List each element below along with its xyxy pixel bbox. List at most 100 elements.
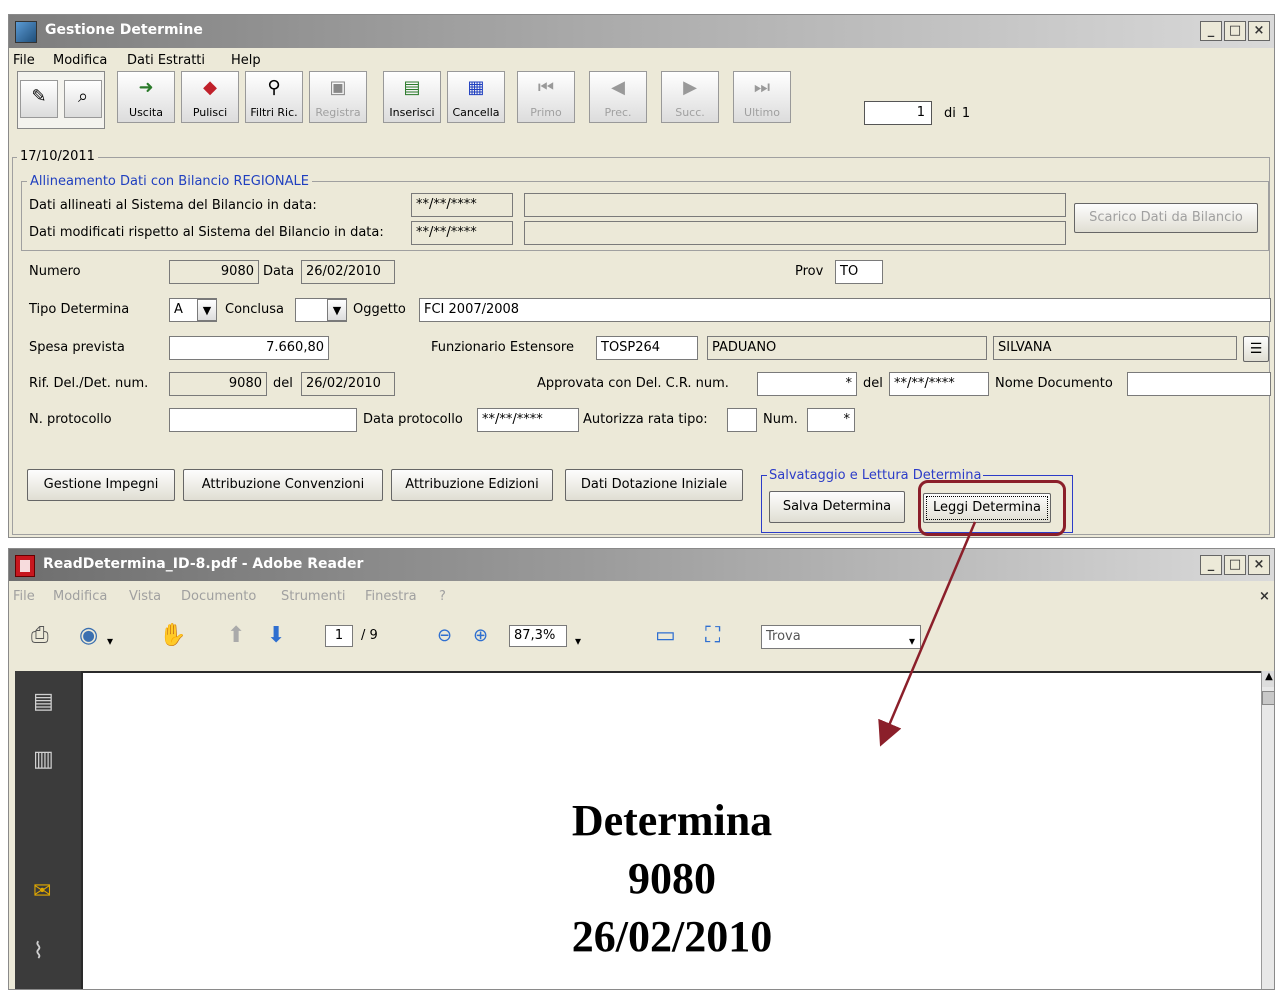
current-date-label: 17/10/2011 xyxy=(17,149,98,164)
reader-close-button[interactable]: × xyxy=(1248,555,1270,575)
attribuzione-convenzioni-button[interactable]: Attribuzione Convenzioni xyxy=(183,469,383,501)
zoom-in-icon[interactable]: ⊕ xyxy=(473,624,488,648)
pulisci-button[interactable]: ◆ Pulisci xyxy=(181,71,239,123)
scrollbar-thumb[interactable] xyxy=(1262,691,1274,705)
cancella-button[interactable]: ▦ Cancella xyxy=(447,71,505,123)
autorizza-field[interactable] xyxy=(727,408,757,432)
fit-page-icon[interactable]: ⛶ xyxy=(705,624,720,648)
reader-maximize-button[interactable]: □ xyxy=(1224,555,1246,575)
zoom-chevron-down-icon[interactable]: ▾ xyxy=(575,629,581,653)
funzionario-code-field[interactable]: TOSP264 xyxy=(596,336,698,360)
pdf-icon xyxy=(15,555,35,577)
minimize-button[interactable]: _ xyxy=(1200,21,1222,41)
uscita-button[interactable]: ➜ Uscita xyxy=(117,71,175,123)
reader-menu-bar: File Modifica Vista Documento Strumenti … xyxy=(9,585,1274,607)
bookmarks-icon[interactable]: ▥ xyxy=(33,747,54,772)
approvata-num-field[interactable]: * xyxy=(757,372,857,396)
reader-menu-vista[interactable]: Vista xyxy=(129,589,161,604)
succ-button[interactable]: ▶ Succ. xyxy=(661,71,719,123)
page-up-icon[interactable]: ⬆ xyxy=(227,624,245,648)
collaborate-icon[interactable]: ◉ xyxy=(79,624,98,648)
rif-num-field[interactable]: 9080 xyxy=(169,372,267,396)
prec-button[interactable]: ◀ Prec. xyxy=(589,71,647,123)
reader-menu-help[interactable]: ? xyxy=(439,589,446,604)
registra-button[interactable]: ▣ Registra xyxy=(309,71,367,123)
tipo-chevron-down-icon[interactable]: ▼ xyxy=(197,299,217,321)
title-bar[interactable]: Gestione Determine _ □ × xyxy=(9,15,1274,48)
data-protocollo-field[interactable]: **/**/**** xyxy=(477,408,579,432)
cancella-label: Cancella xyxy=(452,106,500,119)
inserisci-label: Inserisci xyxy=(389,106,435,119)
prov-field[interactable]: TO xyxy=(835,260,883,284)
app-icon xyxy=(15,21,37,43)
record-number-input[interactable]: 1 xyxy=(864,101,932,125)
gestione-impegni-button[interactable]: Gestione Impegni xyxy=(27,469,175,501)
comments-icon[interactable]: ✉ xyxy=(33,879,51,904)
numero-field[interactable]: 9080 xyxy=(169,260,259,284)
zoom-input[interactable]: 87,3% xyxy=(509,625,567,647)
dati-dotazione-button[interactable]: Dati Dotazione Iniziale xyxy=(565,469,743,501)
menu-dati-estratti[interactable]: Dati Estratti xyxy=(127,53,205,68)
menu-help[interactable]: Help xyxy=(231,53,261,68)
fit-width-icon[interactable]: ▭ xyxy=(655,624,676,648)
reader-menu-finestra[interactable]: Finestra xyxy=(365,589,417,604)
reader-menu-file[interactable]: File xyxy=(13,589,35,604)
nome-documento-field[interactable] xyxy=(1127,372,1271,396)
pencil-icon: ✎ xyxy=(31,86,47,107)
approvata-date-field[interactable]: **/**/**** xyxy=(889,372,989,396)
allineati-note-field[interactable] xyxy=(524,193,1066,217)
page-number-input[interactable]: 1 xyxy=(325,625,353,647)
attribuzione-edizioni-button[interactable]: Attribuzione Edizioni xyxy=(391,469,553,501)
page-down-icon[interactable]: ⬇ xyxy=(267,624,285,648)
spesa-prevista-field[interactable]: 7.660,80 xyxy=(169,336,329,360)
data-field[interactable]: 26/02/2010 xyxy=(301,260,395,284)
vertical-scrollbar[interactable]: ▲ xyxy=(1261,671,1274,989)
pager-of-label: di xyxy=(944,105,956,121)
allineati-date-field[interactable]: **/**/**** xyxy=(411,193,513,217)
oggetto-field[interactable]: FCI 2007/2008 xyxy=(419,298,1271,322)
menu-file[interactable]: File xyxy=(13,53,35,68)
scroll-up-icon[interactable]: ▲ xyxy=(1262,671,1274,687)
allineamento-legend: Allineamento Dati con Bilancio REGIONALE xyxy=(27,174,312,189)
rif-date-field[interactable]: 26/02/2010 xyxy=(301,372,395,396)
reader-menu-modifica[interactable]: Modifica xyxy=(53,589,107,604)
ultimo-button[interactable]: ⏭ Ultimo xyxy=(733,71,791,123)
find-input[interactable]: Trova xyxy=(761,625,921,649)
salva-determina-button[interactable]: Salva Determina xyxy=(769,491,905,523)
eraser-icon: ◆ xyxy=(203,77,217,98)
primo-button[interactable]: ⏮ Primo xyxy=(517,71,575,123)
protocollo-field[interactable] xyxy=(169,408,357,432)
hand-tool-icon[interactable]: ✋ xyxy=(159,624,186,648)
reader-menu-strumenti[interactable]: Strumenti xyxy=(281,589,346,604)
main-toolbar: ✎ ⌕ ➜ Uscita ◆ Pulisci ⚲ Filtri Ric. ▣ Regis… xyxy=(17,71,797,129)
collaborate-chevron-down-icon[interactable]: ▾ xyxy=(107,629,113,653)
modificati-date-field[interactable]: **/**/**** xyxy=(411,221,513,245)
inserisci-button[interactable]: ▤ Inserisci xyxy=(383,71,441,123)
list-lookup-icon[interactable]: ☰ xyxy=(1243,336,1269,362)
num-field[interactable]: * xyxy=(807,408,855,432)
pdf-document-view[interactable]: Determina 9080 26/02/2010 xyxy=(81,671,1261,989)
modificati-label: Dati modificati rispetto al Sistema del … xyxy=(29,225,384,240)
reader-minimize-button[interactable]: _ xyxy=(1200,555,1222,575)
reader-doc-close-icon[interactable]: × xyxy=(1259,589,1270,604)
record-pager: 1 di 1 xyxy=(864,101,970,125)
find-chevron-down-icon[interactable]: ▾ xyxy=(909,629,915,653)
zoom-out-icon[interactable]: ⊖ xyxy=(437,624,452,648)
filtri-ric-button[interactable]: ⚲ Filtri Ric. xyxy=(245,71,303,123)
modificati-note-field[interactable] xyxy=(524,221,1066,245)
search-mode-button[interactable]: ⌕ xyxy=(64,80,102,118)
reader-menu-documento[interactable]: Documento xyxy=(181,589,256,604)
printer-icon[interactable]: ⎙ xyxy=(31,624,49,648)
conclusa-chevron-down-icon[interactable]: ▼ xyxy=(327,299,347,321)
reader-title-bar[interactable]: ReadDetermina_ID-8.pdf - Adobe Reader _ … xyxy=(9,549,1274,581)
maximize-button[interactable]: □ xyxy=(1224,21,1246,41)
scarico-dati-button[interactable]: Scarico Dati da Bilancio xyxy=(1074,203,1258,233)
funzionario-cognome-field[interactable]: PADUANO xyxy=(707,336,987,360)
funzionario-nome-field[interactable]: SILVANA xyxy=(993,336,1237,360)
edit-mode-button[interactable]: ✎ xyxy=(20,80,58,118)
attachments-icon[interactable]: ⌇ xyxy=(33,939,44,964)
primo-label: Primo xyxy=(530,106,562,119)
menu-modifica[interactable]: Modifica xyxy=(53,53,107,68)
pages-icon[interactable]: ▤ xyxy=(33,689,54,714)
close-button[interactable]: × xyxy=(1248,21,1270,41)
